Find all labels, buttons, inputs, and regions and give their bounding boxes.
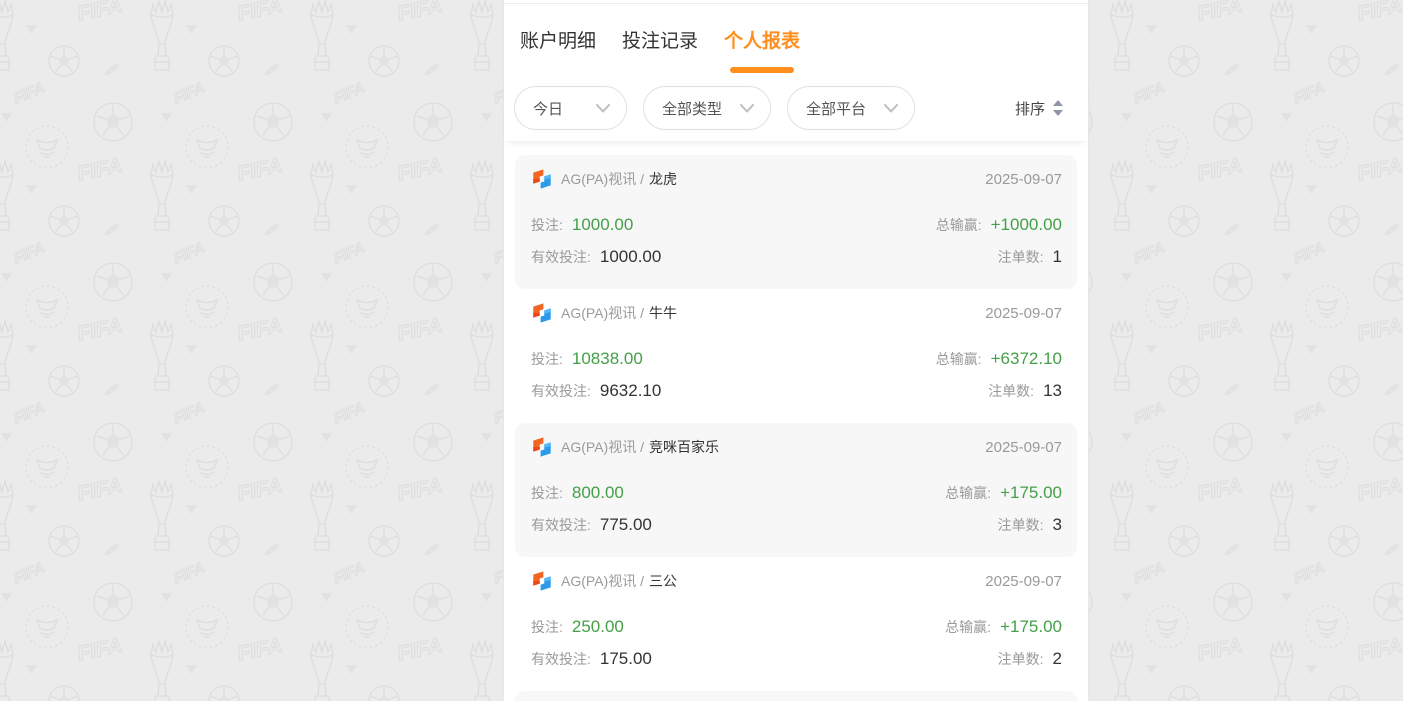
ag-logo-icon xyxy=(531,302,553,324)
game-name: 龙虎 xyxy=(649,169,677,189)
type-filter-value: 全部类型 xyxy=(662,98,722,119)
provider-name: AG(PA)视讯 / xyxy=(561,169,644,189)
sort-updown-icon xyxy=(1052,100,1064,116)
valid-bet-label: 有效投注: xyxy=(531,515,591,535)
filter-bar: 今日 全部类型 全部平台 排序 xyxy=(504,75,1088,141)
win-label: 总输赢: xyxy=(936,215,982,235)
type-filter-dropdown[interactable]: 全部类型 xyxy=(643,86,771,130)
win-label: 总输赢: xyxy=(945,617,991,637)
sort-label: 排序 xyxy=(1015,98,1045,119)
chevron-down-icon xyxy=(596,104,610,113)
ag-logo-icon xyxy=(531,168,553,190)
chevron-down-icon xyxy=(740,104,754,113)
ag-logo-icon xyxy=(531,436,553,458)
platform-filter-value: 全部平台 xyxy=(806,98,866,119)
tab-bar: 账户明细 投注记录 个人报表 xyxy=(504,4,1088,75)
report-card[interactable]: AG(PA)视讯 / 龙虎 2025-09-07 投注: 1000.00 总输赢… xyxy=(515,155,1077,289)
report-card-partial[interactable] xyxy=(515,691,1077,701)
tab-personal-report[interactable]: 个人报表 xyxy=(724,4,800,75)
report-card[interactable]: AG(PA)视讯 / 竞咪百家乐 2025-09-07 投注: 800.00 总… xyxy=(515,423,1077,557)
count-label: 注单数: xyxy=(998,515,1044,535)
valid-bet-label: 有效投注: xyxy=(531,247,591,267)
bet-label: 投注: xyxy=(531,349,563,369)
tab-account-detail[interactable]: 账户明细 xyxy=(520,4,596,75)
valid-bet-value: 775.00 xyxy=(600,515,652,535)
count-label: 注单数: xyxy=(998,649,1044,669)
win-value: +175.00 xyxy=(1000,617,1062,637)
platform-filter-dropdown[interactable]: 全部平台 xyxy=(787,86,915,130)
win-value: +1000.00 xyxy=(991,215,1062,235)
bet-value: 1000.00 xyxy=(572,215,633,235)
win-value: +6372.10 xyxy=(991,349,1062,369)
bet-value: 10838.00 xyxy=(572,349,643,369)
record-date: 2025-09-07 xyxy=(985,439,1062,456)
provider-name: AG(PA)视讯 / xyxy=(561,303,644,323)
provider-name: AG(PA)视讯 / xyxy=(561,571,644,591)
chevron-down-icon xyxy=(884,104,898,113)
win-label: 总输赢: xyxy=(945,483,991,503)
valid-bet-label: 有效投注: xyxy=(531,649,591,669)
valid-bet-value: 9632.10 xyxy=(600,381,661,401)
valid-bet-label: 有效投注: xyxy=(531,381,591,401)
game-name: 竞咪百家乐 xyxy=(649,437,719,457)
report-list: AG(PA)视讯 / 龙虎 2025-09-07 投注: 1000.00 总输赢… xyxy=(504,141,1088,701)
count-value: 13 xyxy=(1043,381,1062,401)
record-date: 2025-09-07 xyxy=(985,171,1062,188)
win-label: 总输赢: xyxy=(936,349,982,369)
count-label: 注单数: xyxy=(988,381,1034,401)
date-filter-value: 今日 xyxy=(533,98,563,119)
count-value: 1 xyxy=(1053,247,1062,267)
bet-label: 投注: xyxy=(531,215,563,235)
date-filter-dropdown[interactable]: 今日 xyxy=(514,86,627,130)
report-card[interactable]: AG(PA)视讯 / 牛牛 2025-09-07 投注: 10838.00 总输… xyxy=(515,289,1077,423)
win-value: +175.00 xyxy=(1000,483,1062,503)
count-value: 2 xyxy=(1053,649,1062,669)
ag-logo-icon xyxy=(531,570,553,592)
count-value: 3 xyxy=(1053,515,1062,535)
tab-bet-records[interactable]: 投注记录 xyxy=(622,4,698,75)
game-name: 牛牛 xyxy=(649,303,677,323)
bet-label: 投注: xyxy=(531,617,563,637)
bet-value: 800.00 xyxy=(572,483,624,503)
bet-value: 250.00 xyxy=(572,617,624,637)
valid-bet-value: 1000.00 xyxy=(600,247,661,267)
game-name: 三公 xyxy=(649,571,677,591)
valid-bet-value: 175.00 xyxy=(600,649,652,669)
count-label: 注单数: xyxy=(998,247,1044,267)
sort-button[interactable]: 排序 xyxy=(1015,98,1064,119)
report-card[interactable]: AG(PA)视讯 / 三公 2025-09-07 投注: 250.00 总输赢:… xyxy=(515,557,1077,691)
provider-name: AG(PA)视讯 / xyxy=(561,437,644,457)
record-date: 2025-09-07 xyxy=(985,305,1062,322)
record-date: 2025-09-07 xyxy=(985,573,1062,590)
report-panel: 账户明细 投注记录 个人报表 今日 全部类型 全部平台 排序 xyxy=(503,0,1089,701)
bet-label: 投注: xyxy=(531,483,563,503)
